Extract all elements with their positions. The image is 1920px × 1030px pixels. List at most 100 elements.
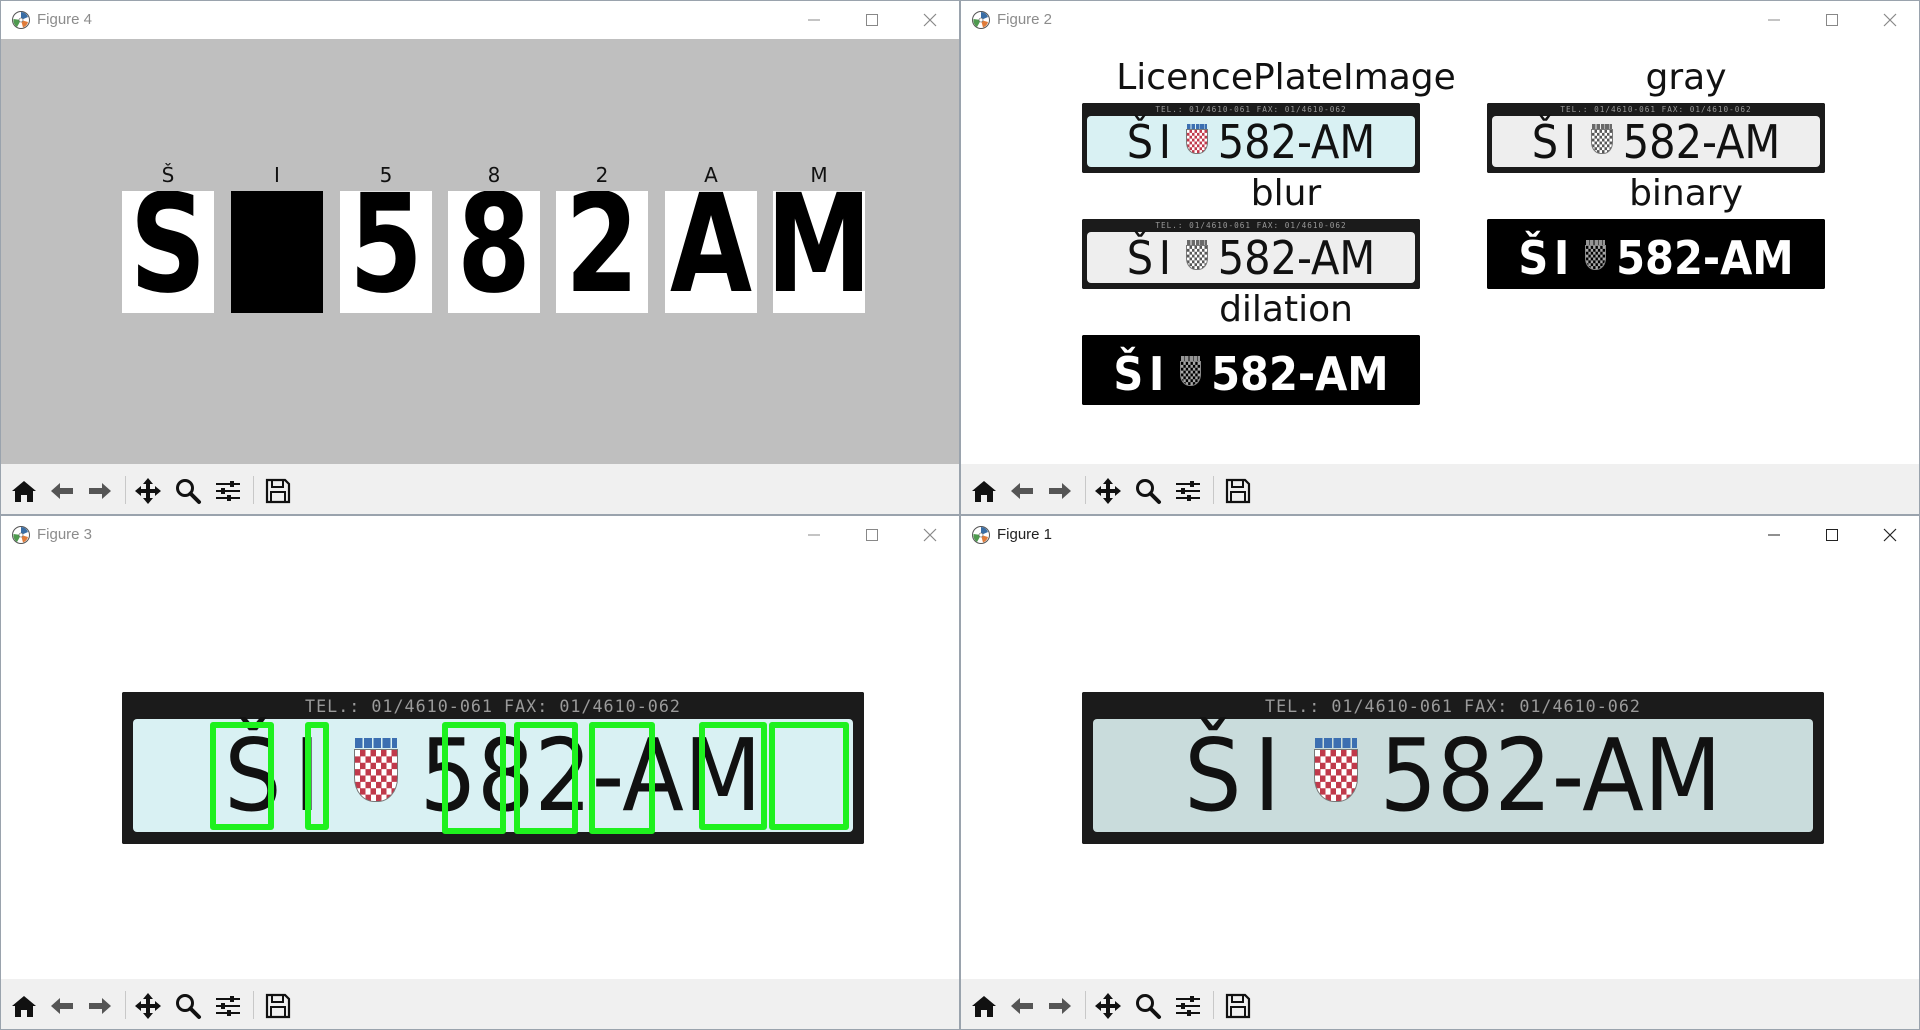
back-arrow-button[interactable]	[45, 474, 79, 508]
zoom-magnifier-button[interactable]	[171, 474, 205, 508]
pan-move-icon	[135, 478, 161, 504]
close-button[interactable]	[1861, 1, 1919, 39]
configure-subplots-button[interactable]	[1171, 474, 1205, 508]
panel-image-licenceplateimage: TEL.: 01/4610-061 FAX: 01/4610-062 ŠI 582-…	[1082, 103, 1420, 173]
plate-registration-number: 582-AM	[1217, 114, 1376, 169]
character-bounding-box	[305, 722, 329, 830]
panel-image-dilation: TEL.: 01/4610-061 FAX: 01/4610-062 ŠI 582-…	[1082, 335, 1420, 405]
close-button[interactable]	[1861, 516, 1919, 554]
plate-header-strip: TEL.: 01/4610-061 FAX: 01/4610-062	[1082, 692, 1824, 720]
title-bar[interactable]: Figure 4	[1, 1, 959, 39]
close-button[interactable]	[901, 1, 959, 39]
plate-characters: ŠI 582-AM	[1487, 230, 1825, 285]
zoom-magnifier-button[interactable]	[171, 989, 205, 1023]
plate-characters: ŠI 582-AM	[1082, 717, 1824, 835]
forward-arrow-icon	[89, 998, 111, 1014]
figure-canvas[interactable]: TEL.: 01/4610-061 FAX: 01/4610-062 ŠI 582-…	[1, 554, 959, 979]
navigation-toolbar	[961, 464, 1919, 514]
title-bar[interactable]: Figure 1	[961, 516, 1919, 554]
home-button[interactable]	[7, 989, 41, 1023]
plate-city-code: ŠI	[1113, 346, 1170, 401]
panel-title-binary: binary	[1629, 173, 1743, 214]
plate-city-code: ŠI	[1126, 230, 1177, 285]
back-arrow-button[interactable]	[1005, 474, 1039, 508]
pan-move-button[interactable]	[131, 989, 165, 1023]
close-button[interactable]	[901, 516, 959, 554]
forward-arrow-button[interactable]	[83, 989, 117, 1023]
minimize-button[interactable]	[785, 1, 843, 39]
save-floppy-icon	[265, 478, 291, 504]
matplotlib-app-icon	[971, 525, 991, 545]
save-floppy-button[interactable]	[1221, 474, 1255, 508]
home-button[interactable]	[7, 474, 41, 508]
minimize-button[interactable]	[785, 516, 843, 554]
toolbar-separator	[253, 991, 254, 1019]
figure-canvas[interactable]: TEL.: 01/4610-061 FAX: 01/4610-062 ŠI 582-…	[961, 554, 1919, 979]
zoom-magnifier-button[interactable]	[1131, 989, 1165, 1023]
maximize-button[interactable]	[843, 516, 901, 554]
home-button[interactable]	[967, 989, 1001, 1023]
configure-subplots-button[interactable]	[1171, 989, 1205, 1023]
character-subplot-title: M	[810, 163, 828, 187]
segmented-character-image: M	[773, 191, 865, 313]
character-subplot-title: I	[274, 163, 280, 187]
window-title: Figure 2	[997, 11, 1053, 28]
maximize-button[interactable]	[1803, 1, 1861, 39]
pan-move-icon	[1095, 478, 1121, 504]
plate-header-strip: TEL.: 01/4610-061 FAX: 01/4610-062	[122, 692, 864, 720]
plate-city-code: ŠI	[1184, 717, 1293, 835]
zoom-magnifier-button[interactable]	[1131, 474, 1165, 508]
pan-move-button[interactable]	[131, 474, 165, 508]
croatian-coat-of-arms-icon	[1313, 738, 1359, 803]
home-button[interactable]	[967, 474, 1001, 508]
plate-city-code: ŠI	[1518, 230, 1575, 285]
forward-arrow-button[interactable]	[1043, 989, 1077, 1023]
home-icon	[12, 996, 36, 1017]
croatian-coat-of-arms-icon	[1179, 356, 1202, 387]
title-bar[interactable]: Figure 2	[961, 1, 1919, 39]
croatian-coat-of-arms-icon	[353, 738, 399, 803]
segmented-character-image	[231, 191, 323, 313]
character-bounding-box	[442, 722, 506, 834]
navigation-toolbar	[1, 979, 959, 1029]
panel-title-licence-plate-image: LicencePlateImage	[1116, 57, 1456, 98]
maximize-button[interactable]	[1803, 516, 1861, 554]
save-floppy-button[interactable]	[261, 989, 295, 1023]
back-arrow-icon	[51, 998, 73, 1014]
pan-move-button[interactable]	[1091, 474, 1125, 508]
save-floppy-button[interactable]	[261, 474, 295, 508]
forward-arrow-icon	[89, 483, 111, 499]
back-arrow-button[interactable]	[45, 989, 79, 1023]
toolbar-separator	[1085, 476, 1086, 504]
back-arrow-icon	[1011, 998, 1033, 1014]
home-icon	[972, 996, 996, 1017]
croatian-coat-of-arms-icon	[1186, 240, 1208, 271]
zoom-magnifier-icon	[176, 479, 201, 504]
navigation-toolbar	[961, 979, 1919, 1029]
plate-registration-number: 582-AM	[1217, 230, 1376, 285]
title-bar[interactable]: Figure 3	[1, 516, 959, 554]
character-glyph: M	[773, 191, 865, 313]
figure-canvas[interactable]: LicencePlateImage gray blur binary dilat…	[961, 39, 1919, 464]
plate-characters: ŠI 582-AM	[1082, 346, 1420, 401]
maximize-button[interactable]	[843, 1, 901, 39]
configure-subplots-button[interactable]	[211, 989, 245, 1023]
save-floppy-icon	[1225, 478, 1251, 504]
figure-canvas[interactable]: ŠSI558822AAMM	[1, 39, 959, 464]
back-arrow-icon	[51, 483, 73, 499]
save-floppy-button[interactable]	[1221, 989, 1255, 1023]
pan-move-button[interactable]	[1091, 989, 1125, 1023]
forward-arrow-button[interactable]	[1043, 474, 1077, 508]
toolbar-separator	[1213, 476, 1214, 504]
figure-3-window: Figure 3 TEL.: 01/4610-061 FAX: 01/4610-…	[0, 515, 960, 1030]
minimize-button[interactable]	[1745, 1, 1803, 39]
character-bounding-box	[769, 722, 849, 830]
configure-subplots-button[interactable]	[211, 474, 245, 508]
matplotlib-app-icon	[11, 525, 31, 545]
forward-arrow-button[interactable]	[83, 474, 117, 508]
back-arrow-button[interactable]	[1005, 989, 1039, 1023]
plate-characters: ŠI 582-AM	[1082, 114, 1420, 169]
segmented-character-image: 2	[556, 191, 648, 313]
character-glyph: S	[129, 191, 207, 313]
minimize-button[interactable]	[1745, 516, 1803, 554]
